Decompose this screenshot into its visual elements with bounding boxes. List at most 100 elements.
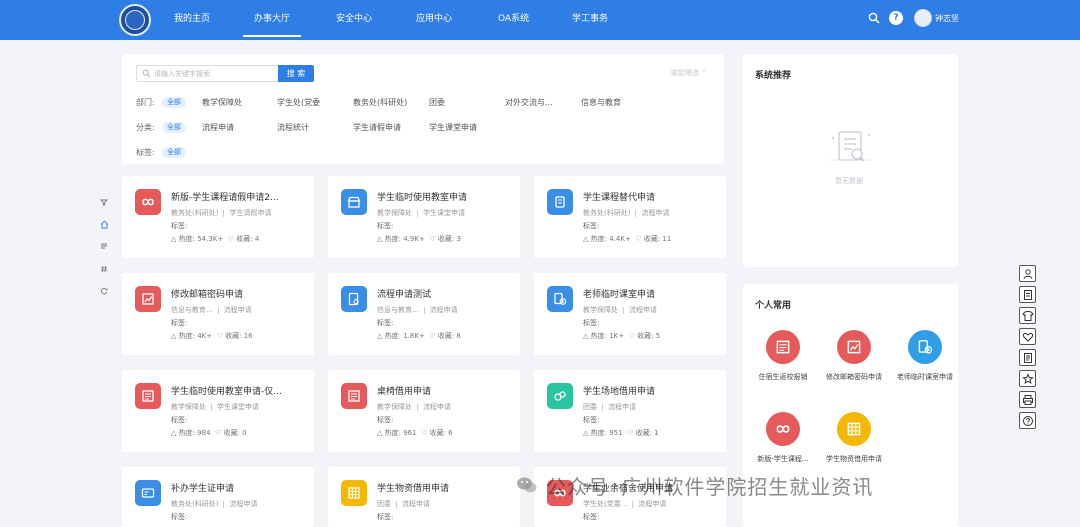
card-tags-label: 标签: — [583, 319, 600, 327]
fav-label: 收藏: — [635, 429, 652, 437]
hash-icon[interactable] — [98, 263, 110, 275]
card-title[interactable]: 学生物资借用申请 — [377, 481, 515, 494]
star-icon[interactable] — [1019, 370, 1036, 387]
filter-option[interactable]: 对外交流与... — [505, 97, 553, 108]
nav-home[interactable]: 我的主页 — [174, 10, 210, 28]
nav-apps[interactable]: 应用中心 — [416, 10, 452, 28]
divider — [417, 403, 418, 411]
heart-icon[interactable]: ♡ — [217, 332, 223, 340]
filter-label-dept: 部门: — [136, 98, 155, 107]
service-card[interactable]: 学生临时使用教室申请-仅... 教学保障处 学生课堂申请 标签: △ 热度: 984 ♡… — [122, 370, 314, 452]
empty-text: 暂无数据 — [835, 177, 863, 185]
heart-icon[interactable]: ♡ — [421, 429, 427, 437]
heat-label: 热度: — [178, 429, 195, 437]
service-card[interactable]: 学生课程替代申请 教务处(科研处) 流程申请 标签: △ 热度: 4.4K+ ♡ 收藏:… — [534, 176, 726, 258]
card-title[interactable]: 流程申请测试 — [377, 287, 515, 300]
heart-icon[interactable]: ♡ — [429, 332, 435, 340]
card-title[interactable]: 修改邮箱密码申请 — [171, 287, 309, 300]
heart-icon[interactable]: ♡ — [228, 235, 234, 243]
card-title[interactable]: 学生临时使用教室申请 — [377, 190, 515, 203]
filter-option[interactable]: 学生请假申请 — [353, 122, 401, 133]
service-card[interactable]: 修改邮箱密码申请 信息与教育... 流程申请 标签: △ 热度: 4K+ ♡ 收藏: 1… — [122, 273, 314, 355]
heart-icon[interactable]: ♡ — [635, 235, 641, 243]
heart-icon[interactable]: ♡ — [215, 429, 221, 437]
service-card[interactable]: 学生场地借用申请 团委 流程申请 标签: △ 热度: 951 ♡ 收藏: 1 — [534, 370, 726, 452]
filter-chip-category-all[interactable]: 全部 — [162, 122, 186, 133]
nav-security[interactable]: 安全中心 — [336, 10, 372, 28]
filter-icon[interactable] — [98, 196, 110, 208]
doc-icon[interactable] — [1019, 286, 1036, 303]
heat-label: 热度: — [178, 235, 195, 243]
card-category: 学生课堂申请 — [217, 403, 259, 411]
card-title[interactable]: 学生临时使用教室申请-仅... — [171, 384, 309, 397]
shirt-icon[interactable] — [1019, 307, 1036, 324]
help-icon[interactable] — [1019, 412, 1036, 429]
filter-label-category: 分类: — [136, 123, 155, 132]
service-card[interactable]: 新版-学生课程请假申请2... 教务处(科研处) 学生请假申请 标签: △ 热度: 54… — [122, 176, 314, 258]
card-stats: △ 热度: 1.8K+ ♡ 收藏: 8 — [377, 331, 461, 341]
school-logo[interactable] — [119, 4, 151, 36]
heart-icon[interactable]: ♡ — [627, 429, 633, 437]
filter-option[interactable]: 教务处(科研处) — [353, 97, 407, 108]
filter-option[interactable]: 流程统计 — [277, 122, 309, 133]
service-card[interactable]: 桌椅借用申请 教学保障处 流程申请 标签: △ 热度: 961 ♡ 收藏: 6 — [328, 370, 520, 452]
common-item-label: 学生物资借用申请 — [826, 455, 882, 463]
heart-icon[interactable]: ♡ — [429, 235, 435, 243]
nav-service-hall[interactable]: 办事大厅 — [242, 10, 302, 37]
card-tags-label: 标签: — [377, 416, 394, 424]
common-item[interactable]: 学生物资借用申请 — [818, 412, 890, 464]
filter-chip-dept-all[interactable]: 全部 — [162, 97, 186, 108]
filter-option[interactable]: 学生处(党委 — [277, 97, 320, 108]
card-tags-label: 标签: — [171, 513, 188, 521]
divider — [635, 209, 637, 217]
common-item[interactable]: 老师临时课室申请 — [889, 330, 961, 382]
filter-option[interactable]: 团委 — [429, 97, 445, 108]
card-dept: 教学保障处 — [377, 403, 412, 411]
nav-student-affairs[interactable]: 学工事务 — [572, 10, 608, 28]
collapse-filter-link[interactable]: 收起筛选 ^ — [671, 68, 707, 78]
filter-option[interactable]: 信息与教育 — [581, 97, 621, 108]
service-card[interactable]: 流程申请测试 信息与教育... 流程申请 标签: △ 热度: 1.8K+ ♡ 收藏: 8 — [328, 273, 520, 355]
service-card[interactable]: 老师临时课室申请 教学保障处 流程申请 标签: △ 热度: 1K+ ♡ 收藏: 5 — [534, 273, 726, 355]
card-title[interactable]: 新版-学生课程请假申请2... — [171, 190, 309, 203]
fav-label: 收藏: — [225, 332, 242, 340]
empty-document-icon — [829, 131, 871, 162]
card-category: 流程申请 — [423, 403, 451, 411]
common-item[interactable]: 修改邮箱密码申请 — [818, 330, 890, 382]
heart-icon[interactable] — [1019, 328, 1036, 345]
nav-oa[interactable]: OA系统 — [498, 10, 529, 28]
fav-label: 收藏: — [429, 429, 446, 437]
filter-chip-tags-all[interactable]: 全部 — [162, 147, 186, 158]
print-icon[interactable] — [1019, 391, 1036, 408]
filter-option[interactable]: 教学保障处 — [202, 97, 242, 108]
card-dept: 教务处(科研处) — [171, 209, 219, 217]
search-icon[interactable] — [866, 10, 882, 26]
card-title[interactable]: 老师临时课室申请 — [583, 287, 721, 300]
form-icon — [135, 383, 161, 409]
fire-icon: △ — [377, 332, 383, 340]
avatar[interactable] — [914, 9, 932, 27]
service-card[interactable]: 学生物资借用申请 团委 流程申请 标签: — [328, 467, 520, 527]
home-icon[interactable] — [98, 218, 110, 230]
user-icon[interactable] — [1019, 265, 1036, 282]
search-input[interactable]: 请输入关键字搜索 — [136, 65, 278, 82]
heat-value: 951 — [609, 429, 623, 437]
heart-icon[interactable]: ♡ — [629, 332, 635, 340]
heat-value: 1.8K+ — [403, 332, 425, 340]
help-icon[interactable]: ? — [889, 11, 903, 25]
search-button[interactable]: 搜 索 — [278, 65, 314, 82]
card-title[interactable]: 补办学生证申请 — [171, 481, 309, 494]
filter-option[interactable]: 流程申请 — [202, 122, 234, 133]
card-title[interactable]: 学生课程替代申请 — [583, 190, 721, 203]
note-icon[interactable] — [1019, 349, 1036, 366]
service-card[interactable]: 学生临时使用教室申请 教学保障处 学生课堂申请 标签: △ 热度: 4.9K+ ♡ 收藏… — [328, 176, 520, 258]
common-item[interactable]: 新版-学生课程... — [747, 412, 819, 464]
list-icon[interactable] — [98, 240, 110, 252]
common-item[interactable]: 住宿生返校报销 — [747, 330, 819, 382]
service-card[interactable]: 补办学生证申请 教务处(科研处) 流程申请 标签: — [122, 467, 314, 527]
card-title[interactable]: 桌椅借用申请 — [377, 384, 515, 397]
filter-option[interactable]: 学生课堂申请 — [429, 122, 477, 133]
refresh-icon[interactable] — [98, 285, 110, 297]
user-name[interactable]: 钟志坚 — [935, 13, 959, 24]
card-title[interactable]: 学生场地借用申请 — [583, 384, 721, 397]
